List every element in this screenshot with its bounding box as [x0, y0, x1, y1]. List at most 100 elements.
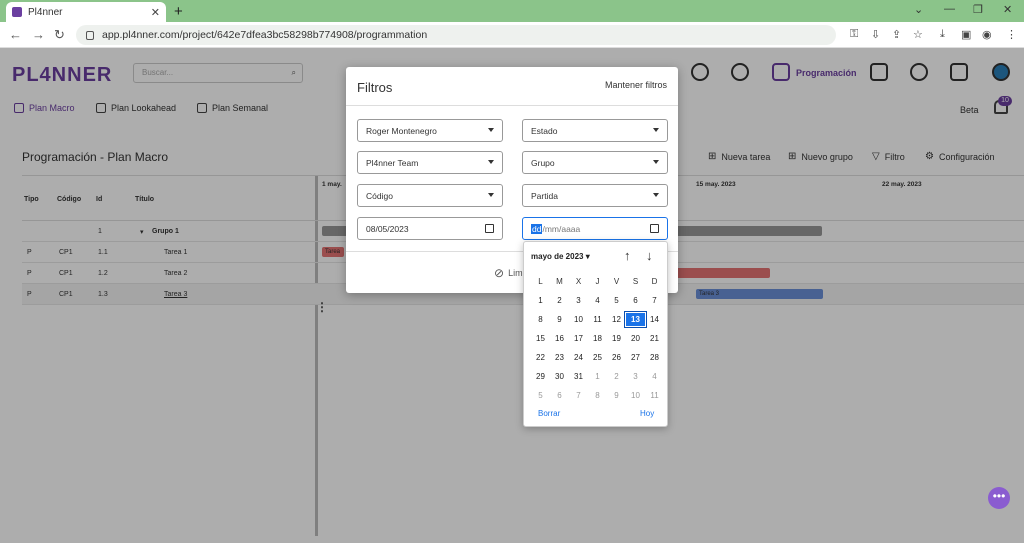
- forward-icon[interactable]: →: [32, 27, 45, 42]
- date-rest-segment[interactable]: /mm/aaaa: [542, 224, 580, 234]
- weekday-header: X: [575, 277, 582, 286]
- day-cell[interactable]: 6: [550, 389, 569, 402]
- day-cell[interactable]: 15: [531, 332, 550, 345]
- reload-icon[interactable]: ↻: [54, 27, 65, 43]
- tab-search-icon[interactable]: ⌄: [914, 3, 923, 16]
- day-cell[interactable]: 13: [624, 311, 647, 328]
- today-button[interactable]: Hoy: [640, 409, 654, 418]
- download-icon[interactable]: ⤓: [940, 28, 945, 41]
- caret-down-icon: [488, 160, 494, 164]
- caret-down-icon: [488, 128, 494, 132]
- date-to-input[interactable]: dd/mm/aaaa: [522, 217, 668, 240]
- day-cell[interactable]: 3: [569, 294, 588, 307]
- select-value: Código: [366, 191, 393, 201]
- menu-kebab-icon[interactable]: ⋮: [1006, 28, 1017, 41]
- weekday-header: V: [613, 277, 620, 286]
- day-cell[interactable]: 31: [569, 370, 588, 383]
- day-cell[interactable]: 2: [607, 370, 626, 383]
- day-cell[interactable]: 17: [569, 332, 588, 345]
- close-tab-icon[interactable]: ✕: [151, 6, 160, 19]
- day-cell[interactable]: 7: [569, 389, 588, 402]
- address-bar-row: ← → ↻ app.pl4nner.com/project/642e7dfea3…: [0, 22, 1024, 48]
- caret-down-icon: [653, 193, 659, 197]
- keep-filters-button[interactable]: Mantener filtros: [605, 80, 667, 90]
- back-icon[interactable]: ←: [9, 27, 22, 42]
- maximize-icon[interactable]: ❐: [973, 3, 983, 16]
- day-cell[interactable]: 19: [607, 332, 626, 345]
- share-icon[interactable]: ⇪: [892, 28, 901, 41]
- day-cell[interactable]: 21: [645, 332, 664, 345]
- arrow-down-icon[interactable]: ↓: [646, 248, 653, 263]
- day-cell[interactable]: 8: [588, 389, 607, 402]
- install-icon[interactable]: ⇩: [871, 28, 880, 41]
- clear-label: Lim: [508, 268, 523, 278]
- month-year-select[interactable]: mayo de 2023 ▾: [531, 252, 590, 261]
- date-dd-segment[interactable]: dd: [531, 224, 543, 234]
- day-cell[interactable]: 1: [531, 294, 550, 307]
- day-cell[interactable]: 29: [531, 370, 550, 383]
- team-select[interactable]: Pl4nner Team: [357, 151, 503, 174]
- day-cell[interactable]: 23: [550, 351, 569, 364]
- user-select[interactable]: Roger Montenegro: [357, 119, 503, 142]
- day-cell[interactable]: 12: [607, 313, 626, 326]
- date-from-input[interactable]: 08/05/2023: [357, 217, 503, 240]
- day-cell[interactable]: 26: [607, 351, 626, 364]
- day-cell[interactable]: 27: [626, 351, 645, 364]
- calendar-picker-icon[interactable]: [485, 224, 494, 233]
- code-select[interactable]: Código: [357, 184, 503, 207]
- help-fab-button[interactable]: •••: [988, 487, 1010, 509]
- day-cell[interactable]: 11: [588, 313, 607, 326]
- day-cell[interactable]: 22: [531, 351, 550, 364]
- day-cell[interactable]: 8: [531, 313, 550, 326]
- day-cell[interactable]: 10: [626, 389, 645, 402]
- day-cell[interactable]: 28: [645, 351, 664, 364]
- group-select[interactable]: Grupo: [522, 151, 668, 174]
- day-cell[interactable]: 5: [531, 389, 550, 402]
- profile-icon[interactable]: ◉: [982, 28, 992, 41]
- browser-tab[interactable]: Pl4nner ✕: [6, 2, 166, 22]
- day-cell[interactable]: 4: [645, 370, 664, 383]
- url-input[interactable]: app.pl4nner.com/project/642e7dfea3bc5829…: [76, 25, 836, 45]
- pl4nner-favicon-icon: [12, 7, 22, 17]
- sidepanel-icon[interactable]: ▣: [961, 28, 971, 41]
- day-cell[interactable]: 5: [607, 294, 626, 307]
- date-value: 08/05/2023: [366, 224, 409, 234]
- close-window-icon[interactable]: ✕: [1003, 3, 1012, 16]
- day-cell[interactable]: 20: [626, 332, 645, 345]
- key-icon[interactable]: ⚿: [850, 28, 858, 41]
- day-cell[interactable]: 25: [588, 351, 607, 364]
- arrow-up-icon[interactable]: ↑: [624, 248, 631, 263]
- day-cell[interactable]: 4: [588, 294, 607, 307]
- day-cell[interactable]: 7: [645, 294, 664, 307]
- new-tab-icon[interactable]: +: [174, 3, 183, 20]
- splitter-handle-icon[interactable]: ⋮: [316, 300, 328, 314]
- day-cell[interactable]: 6: [626, 294, 645, 307]
- modal-divider: [346, 105, 678, 106]
- status-select[interactable]: Estado: [522, 119, 668, 142]
- url-text: app.pl4nner.com/project/642e7dfea3bc5829…: [102, 29, 428, 41]
- weekday-header: L: [538, 277, 543, 286]
- day-cell[interactable]: 30: [550, 370, 569, 383]
- days-grid: L M X J V S D 1 2 3 4 5 6 7 8 9 10 11 12 13 14 15 16 17 18 19 20 21…: [531, 275, 664, 402]
- day-cell[interactable]: 9: [607, 389, 626, 402]
- day-cell[interactable]: 14: [645, 313, 664, 326]
- weekday-header: M: [556, 277, 563, 286]
- select-value: Estado: [531, 126, 558, 136]
- partida-select[interactable]: Partida: [522, 184, 668, 207]
- bookmark-star-icon[interactable]: ☆: [913, 28, 923, 41]
- calendar-picker-icon[interactable]: [650, 224, 659, 233]
- day-cell[interactable]: 3: [626, 370, 645, 383]
- minimize-icon[interactable]: —: [944, 3, 955, 15]
- clear-filters-button[interactable]: ⊘ Lim: [494, 266, 523, 280]
- clear-date-button[interactable]: Borrar: [538, 409, 560, 418]
- month-label: mayo de 2023: [531, 252, 584, 261]
- day-cell[interactable]: 10: [569, 313, 588, 326]
- day-cell[interactable]: 1: [588, 370, 607, 383]
- day-cell[interactable]: 24: [569, 351, 588, 364]
- day-cell[interactable]: 11: [645, 389, 664, 402]
- day-cell[interactable]: 2: [550, 294, 569, 307]
- day-cell[interactable]: 9: [550, 313, 569, 326]
- lock-icon: [86, 30, 94, 40]
- day-cell[interactable]: 18: [588, 332, 607, 345]
- day-cell[interactable]: 16: [550, 332, 569, 345]
